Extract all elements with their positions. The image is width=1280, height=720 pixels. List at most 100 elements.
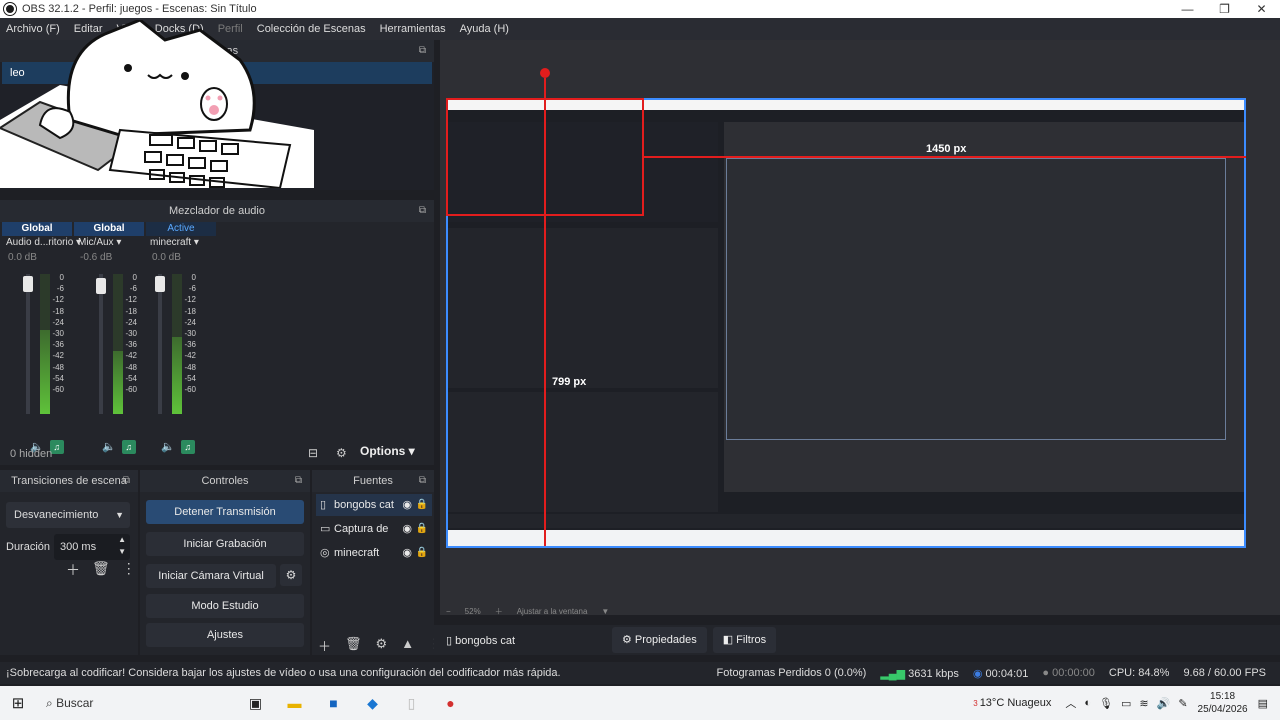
dock-float-icon[interactable]: ⧉ <box>419 40 426 62</box>
file-icon: ▯ <box>446 634 456 647</box>
volume-slider-track[interactable] <box>99 274 103 414</box>
duration-input[interactable]: 300 ms ▲ ▼ <box>54 534 130 560</box>
visibility-eye-icon[interactable]: ◉ <box>402 542 412 564</box>
battery-icon[interactable]: ▭ <box>1121 697 1131 710</box>
visibility-eye-icon[interactable]: ◉ <box>402 518 412 540</box>
trash-icon[interactable]: 🗑 <box>92 560 110 580</box>
wifi-icon[interactable]: ≋ <box>1139 697 1148 710</box>
transition-select[interactable]: Desvanecimiento ▼ <box>6 502 130 528</box>
channel-name[interactable]: Audio d...ritorio ▾ <box>2 236 81 250</box>
filter-icon: ◧ <box>722 634 737 646</box>
game-capture-icon: ◎ <box>320 547 330 559</box>
add-icon[interactable]: ＋ <box>66 560 80 580</box>
source-item[interactable]: ▭ Captura de ◉ 🔒 <box>316 518 432 540</box>
mixer-title: Mezclador de audio ⧉ <box>0 200 434 222</box>
visibility-eye-icon[interactable]: ◉ <box>402 494 412 516</box>
transform-handle[interactable] <box>540 68 550 78</box>
chevron-down-icon[interactable]: ▼ <box>601 607 609 616</box>
menu-help[interactable]: Ayuda (H) <box>460 23 509 35</box>
settings-button[interactable]: Ajustes <box>146 623 304 647</box>
microphone-icon[interactable]: 🎙 <box>1099 697 1113 710</box>
nested-preview-canvas <box>726 158 1226 440</box>
channel-name[interactable]: Mic/Aux ▾ <box>74 236 144 250</box>
more-icon[interactable]: ⋮ <box>122 560 136 580</box>
clock[interactable]: 15:18 25/04/2026 <box>1198 690 1248 716</box>
window-capture-icon: ▭ <box>320 523 331 535</box>
filters-button[interactable]: ◧ Filtros <box>712 627 777 653</box>
source-item[interactable]: ◎ minecraft ◉ 🔒 <box>316 542 432 564</box>
notifications-icon[interactable]: ▤ <box>1258 697 1268 710</box>
stream-icon: ◉ <box>972 667 986 680</box>
weather-widget[interactable]: 13°C Nuageux <box>980 697 1052 709</box>
source-item[interactable]: ▯ bongobs cat ◉ 🔒 <box>316 494 432 516</box>
notepad-icon[interactable]: ▯ <box>392 695 431 712</box>
mixer-options-button[interactable]: Options ▾ <box>360 444 415 458</box>
start-virtual-camera-button[interactable]: Iniciar Cámara Virtual <box>146 564 276 588</box>
speaker-icon[interactable]: 🔈 <box>161 440 175 454</box>
channel-mode-badge[interactable]: Global <box>2 222 72 236</box>
lock-icon[interactable]: 🔒 <box>416 542 428 564</box>
outlook-icon[interactable]: ◆ <box>353 695 392 712</box>
obs-taskbar-icon[interactable]: ● <box>431 695 470 711</box>
dock-float-icon[interactable]: ⧉ <box>123 470 130 492</box>
start-recording-button[interactable]: Iniciar Grabación <box>146 532 304 556</box>
menu-tools[interactable]: Herramientas <box>380 23 446 35</box>
add-source-icon[interactable]: ＋ <box>318 636 331 655</box>
fit-window-label[interactable]: Ajustar a la ventana <box>517 607 588 616</box>
zoom-out-icon[interactable]: − <box>446 607 451 616</box>
close-button[interactable]: ✕ <box>1243 0 1280 18</box>
virtual-camera-settings-icon[interactable]: ⚙ <box>280 564 302 586</box>
windows-start-icon[interactable]: ⊞ <box>0 694 36 712</box>
dock-float-icon[interactable]: ⧉ <box>419 470 426 492</box>
properties-button[interactable]: ⚙ Propiedades <box>612 627 707 653</box>
pen-icon[interactable]: ✎ <box>1178 697 1187 710</box>
zoom-in-icon[interactable]: ＋ <box>495 606 503 617</box>
channel-db: 0.0 dB <box>8 252 37 263</box>
dock-float-icon[interactable]: ⧉ <box>295 470 302 492</box>
speaker-icon[interactable]: 🔈 <box>102 440 116 454</box>
chevron-up-icon[interactable]: ︿ <box>1065 695 1076 711</box>
minimize-button[interactable]: — <box>1169 0 1206 18</box>
status-bar: ¡Sobrecarga al codificar! Considera baja… <box>0 662 1280 684</box>
record-duration: ● 00:00:00 <box>1042 667 1095 679</box>
mixer-settings-icon[interactable]: ⚙ <box>336 446 347 460</box>
channel-mode-badge[interactable]: Global <box>74 222 144 236</box>
lock-icon[interactable]: 🔒 <box>416 494 428 516</box>
channel-db: 0.0 dB <box>152 252 181 263</box>
selected-source-bounds[interactable] <box>446 98 644 216</box>
volume-slider-knob[interactable] <box>23 276 33 292</box>
volume-slider-knob[interactable] <box>96 278 106 294</box>
source-toolbar: ▯ bongobs cat ⚙ Propiedades ◧ Filtros <box>434 625 1280 655</box>
gear-icon: ⚙ <box>622 634 635 646</box>
file-explorer-icon[interactable]: ▬ <box>275 695 314 711</box>
move-up-icon[interactable]: ▲ <box>401 636 414 655</box>
channel-name[interactable]: minecraft ▾ <box>146 236 216 250</box>
source-settings-icon[interactable]: ⚙ <box>376 636 388 655</box>
headphones-icon[interactable]: ♫ <box>121 440 136 454</box>
zoom-level[interactable]: 52% <box>465 607 481 616</box>
spinner-icon[interactable]: ▲ ▼ <box>118 534 126 558</box>
dock-float-icon[interactable]: ⧉ <box>419 200 426 222</box>
audio-meter <box>113 274 123 414</box>
stop-stream-button[interactable]: Detener Transmisión <box>146 500 304 524</box>
volume-slider-knob[interactable] <box>155 276 165 292</box>
volume-slider-track[interactable] <box>158 274 162 414</box>
task-view-icon[interactable]: ▣ <box>236 695 275 712</box>
channel-mode-badge[interactable]: Active <box>146 222 216 236</box>
notification-badge: 3 <box>973 698 978 708</box>
maximize-button[interactable]: ❐ <box>1206 0 1243 18</box>
meter-scale: 0 -6 -12 -18 -24 -30 -36 -42 -48 -54 -60 <box>125 273 137 395</box>
fps-readout: 9.68 / 60.00 FPS <box>1183 667 1266 679</box>
store-icon[interactable]: ■ <box>314 695 353 711</box>
channel-db: -0.6 dB <box>80 252 113 263</box>
remove-source-icon[interactable]: 🗑 <box>345 636 362 655</box>
studio-mode-button[interactable]: Modo Estudio <box>146 594 304 618</box>
lock-icon[interactable]: 🔒 <box>416 518 428 540</box>
volume-slider-track[interactable] <box>26 274 30 414</box>
headphones-icon[interactable]: ♫ <box>180 440 195 454</box>
mixer-layout-icon[interactable]: ⊟ <box>308 446 318 460</box>
vpn-icon[interactable]: ◐ <box>1084 697 1091 709</box>
audio-mixer-dock: Mezclador de audio ⧉ Global Audio d...rit… <box>0 200 434 465</box>
taskbar-search[interactable]: ⌕ Buscar <box>36 686 236 720</box>
volume-icon[interactable]: 🔊 <box>1157 697 1171 710</box>
